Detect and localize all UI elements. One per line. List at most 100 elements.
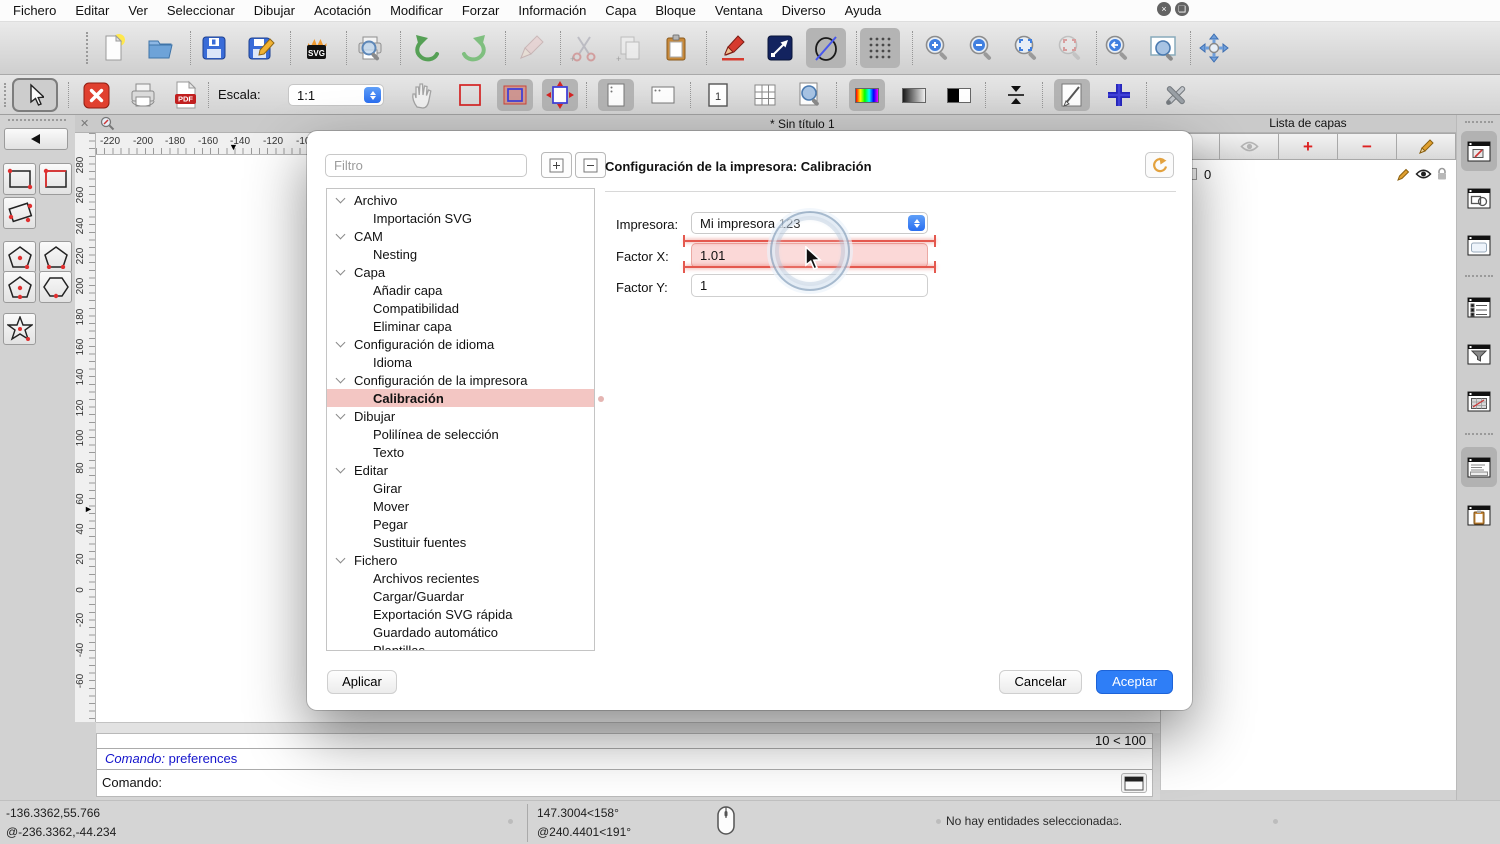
portrait-icon[interactable] [598,79,634,111]
tree-item[interactable]: Texto [327,443,594,461]
remove-layer-button[interactable]: − [1338,133,1397,160]
redo-icon[interactable] [454,28,494,68]
zoom-window-icon[interactable] [1143,28,1183,68]
collapse-all-button[interactable] [575,152,606,178]
back-button[interactable] [4,128,68,150]
tree-item[interactable]: Capa [327,263,594,281]
chevron-down-icon[interactable] [335,265,346,276]
save-as-icon[interactable] [241,28,281,68]
add-layer-button[interactable]: + [1279,133,1338,160]
zoom-auto-icon[interactable] [1007,28,1047,68]
cut-icon[interactable]: + [564,28,604,68]
command-line-panel-icon[interactable] [1461,447,1497,487]
select-cursor-button[interactable] [12,78,58,112]
panel-detach-icon[interactable]: ❏ [1175,2,1189,16]
layer-edit-pencil-icon[interactable] [1396,167,1411,182]
panel-close-icon[interactable]: × [1157,2,1171,16]
tree-item[interactable]: CAM [327,227,594,245]
tree-item[interactable]: Polilínea de selección [327,425,594,443]
menu-informacion[interactable]: Información [518,3,586,18]
polygon-center-corner-tool[interactable] [3,241,36,273]
tree-item[interactable]: Nesting [327,245,594,263]
draw-pencil-icon[interactable] [713,28,753,68]
command-input-row[interactable]: Comando: [97,770,1152,796]
menu-ventana[interactable]: Ventana [715,3,763,18]
tree-item[interactable]: Compatibilidad [327,299,594,317]
tree-item[interactable]: Añadir capa [327,281,594,299]
tree-item[interactable]: Configuración de la impresora [327,371,594,389]
stepper-icon[interactable] [908,215,925,231]
tree-item[interactable]: Eliminar capa [327,317,594,335]
tree-item[interactable]: Archivo [327,191,594,209]
close-print-preview-icon[interactable] [78,79,114,111]
layer-lock-icon[interactable] [1436,167,1448,181]
fit-to-page-icon[interactable] [542,79,578,111]
revert-defaults-button[interactable] [1145,152,1174,178]
selection-filter-panel-icon[interactable] [1461,287,1497,327]
filter-panel-icon[interactable] [1461,334,1497,374]
edit-layer-button[interactable] [1397,133,1456,160]
menu-ver[interactable]: Ver [128,3,148,18]
toggle-visibility-eye-icon[interactable] [1220,133,1279,160]
tree-item[interactable]: Importación SVG [327,209,594,227]
apply-button[interactable]: Aplicar [327,670,397,694]
stepper-icon[interactable] [364,87,381,103]
tree-item[interactable]: Plantillas [327,641,594,651]
expand-all-button[interactable] [541,152,572,178]
menu-ayuda[interactable]: Ayuda [845,3,882,18]
print-preview-icon[interactable] [350,28,390,68]
menu-dibujar[interactable]: Dibujar [254,3,295,18]
layer-row[interactable]: 0 [1161,163,1456,185]
dock-handle[interactable] [1465,121,1493,123]
tree-item[interactable]: Girar [327,479,594,497]
zoom-in-icon[interactable] [918,28,958,68]
chevron-down-icon[interactable] [335,373,346,384]
command-dock-icon[interactable] [1121,773,1147,793]
print-icon[interactable] [125,79,161,111]
zoom-selection-icon[interactable] [1051,28,1091,68]
menu-editar[interactable]: Editar [75,3,109,18]
menu-bloque[interactable]: Bloque [655,3,695,18]
pan-hand-icon[interactable] [404,79,440,111]
tree-item[interactable]: Idioma [327,353,594,371]
zoom-previous-icon[interactable] [1098,28,1138,68]
zoom-doc-icon[interactable] [100,116,115,131]
crosshair-icon[interactable] [1101,79,1137,111]
tree-item[interactable]: Pegar [327,515,594,533]
menu-diverso[interactable]: Diverso [782,3,826,18]
undo-icon[interactable] [407,28,447,68]
clipboard-panel-icon[interactable] [1461,495,1497,535]
page-overlay-icon[interactable] [497,79,533,111]
chevron-down-icon[interactable] [335,229,346,240]
toolbar-handle[interactable] [4,83,6,107]
tree-item[interactable]: Sustituir fuentes [327,533,594,551]
chevron-down-icon[interactable] [335,409,346,420]
layer-list-panel-icon[interactable] [1461,131,1497,171]
zoom-page-icon[interactable] [792,79,828,111]
menu-forzar[interactable]: Forzar [462,3,500,18]
tree-item[interactable]: Archivos recientes [327,569,594,587]
hexagon-tool[interactable] [39,271,72,303]
escala-combo[interactable]: 1:1 [288,84,384,106]
cancel-button[interactable]: Cancelar [999,670,1082,694]
svg-export-icon[interactable]: SVG [296,28,336,68]
horizontal-scrollbar[interactable] [96,722,1160,733]
tree-item[interactable]: Guardado automático [327,623,594,641]
multi-page-icon[interactable] [747,79,783,111]
menu-capa[interactable]: Capa [605,3,636,18]
pdf-export-icon[interactable]: PDF [168,79,204,111]
tree-item[interactable]: Cargar/Guardar [327,587,594,605]
close-tab-icon[interactable]: ✕ [80,117,89,130]
compress-vertical-icon[interactable] [998,79,1034,111]
rectangle-oriented-tool[interactable] [3,197,36,229]
menu-seleccionar[interactable]: Seleccionar [167,3,235,18]
pan-zoom-icon[interactable] [1194,28,1234,68]
landscape-icon[interactable] [645,79,681,111]
ellipse-tool-icon[interactable] [806,28,846,68]
single-page-icon[interactable]: 1 [700,79,736,111]
paste-icon[interactable] [656,28,696,68]
chevron-down-icon[interactable] [335,337,346,348]
tree-item[interactable]: Mover [327,497,594,515]
accept-button[interactable]: Aceptar [1096,670,1173,694]
filter-input[interactable] [325,154,527,177]
